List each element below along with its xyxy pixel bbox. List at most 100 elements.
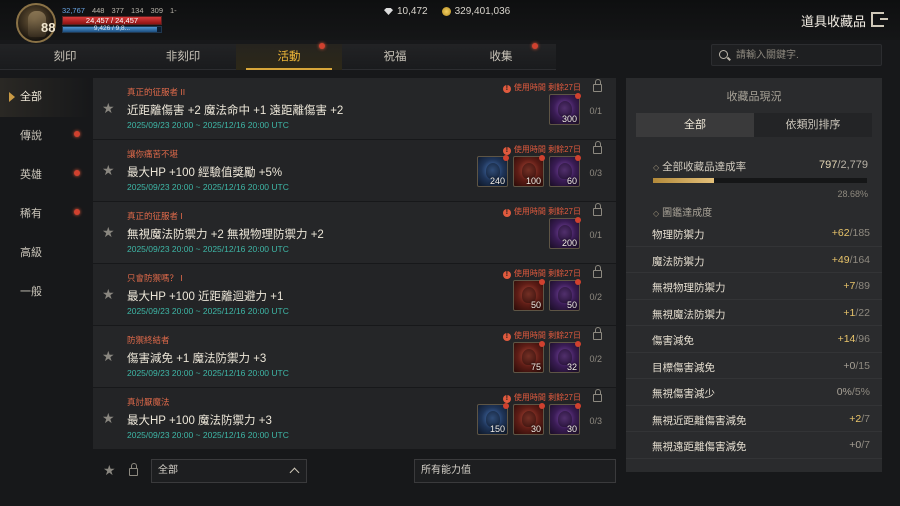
lock-filter-icon[interactable] — [129, 463, 138, 476]
stat-name: 物理防禦力 — [652, 229, 705, 241]
item-slot[interactable]: 300 — [549, 93, 581, 125]
search-box — [711, 44, 882, 66]
time-remaining-warning: ! 使用時間 剩餘27日 — [502, 206, 581, 217]
notification-dot — [74, 170, 80, 176]
codex-section-label: 圖鑑達成度 — [653, 204, 712, 219]
sidebar-item-all[interactable]: 全部 — [0, 78, 90, 117]
item-slot[interactable]: 75 — [513, 341, 545, 373]
stat-value: 0%/5% — [836, 386, 870, 398]
panel-tab-all[interactable]: 全部 — [636, 113, 754, 137]
item-slot[interactable]: 240 — [477, 155, 509, 187]
stat-name: 無視傷害減少 — [652, 388, 715, 400]
item-slot[interactable]: 50 — [513, 279, 545, 311]
collection-bonus: 最大HP +100 魔法防禦力 +3 — [127, 415, 272, 427]
grade-sidebar: 全部 傳說 英雄 稀有 高級 一般 — [0, 78, 90, 312]
stat-name: 傷害減免 — [652, 335, 694, 347]
tab-engraved[interactable]: 刻印 — [0, 44, 130, 70]
tab-non-engraved[interactable]: 非刻印 — [130, 44, 236, 70]
lock-icon[interactable] — [593, 389, 602, 402]
collection-card[interactable]: ★ 讓你痛苦不堪 最大HP +100 經驗值獎勵 +5% 2025/09/23 … — [93, 140, 616, 202]
sidebar-item-rare[interactable]: 稀有 — [0, 195, 90, 234]
search-icon — [719, 50, 728, 59]
item-quantity: 100 — [525, 176, 541, 186]
favorites-filter-star-icon[interactable]: ★ — [103, 462, 116, 479]
gem-amount: 10,472 — [397, 6, 428, 17]
gold-amount: 329,401,036 — [454, 6, 511, 17]
stat-value: +14/96 — [837, 333, 870, 345]
sidebar-item-hero[interactable]: 英雄 — [0, 156, 90, 195]
item-quantity: 150 — [489, 424, 505, 434]
collection-bonus: 無視魔法防禦力 +2 無視物理防禦力 +2 — [127, 229, 324, 241]
hp-text: 24,457 / 24,457 — [85, 16, 139, 25]
collection-card[interactable]: ★ 真正的征服者 I 無視魔法防禦力 +2 無視物理防禦力 +2 2025/09… — [93, 202, 616, 264]
favorite-star-icon[interactable]: ★ — [102, 100, 115, 117]
stat-row: 目標傷害減免 +0/15 — [626, 353, 882, 379]
warning-icon: ! — [502, 147, 511, 155]
lock-icon[interactable] — [593, 327, 602, 340]
rate-total: /2,779 — [837, 159, 868, 171]
favorite-star-icon[interactable]: ★ — [102, 224, 115, 241]
collection-period: 2025/09/23 20:00 ~ 2025/12/16 20:00 UTC — [127, 430, 289, 440]
notification-dot — [539, 155, 545, 161]
collection-progress-count: 0/1 — [589, 230, 602, 240]
collection-name: 真討厭魔法 — [127, 397, 170, 407]
lock-icon[interactable] — [593, 79, 602, 92]
required-items: 240 100 60 — [477, 155, 581, 187]
item-slot[interactable]: 50 — [549, 279, 581, 311]
favorite-star-icon[interactable]: ★ — [102, 162, 115, 179]
lock-icon[interactable] — [593, 141, 602, 154]
sidebar-item-advanced[interactable]: 高級 — [0, 234, 90, 273]
panel-tab-by-category[interactable]: 依類別排序 — [754, 113, 872, 137]
achievement-rate-label: 全部收藏品達成率 — [653, 159, 746, 174]
panel-tabs: 全部 依類別排序 — [636, 113, 872, 137]
favorite-star-icon[interactable]: ★ — [102, 348, 115, 365]
sidebar-item-legend[interactable]: 傳說 — [0, 117, 90, 156]
collection-card[interactable]: ★ 防禦終結者 傷害減免 +1 魔法防禦力 +3 2025/09/23 20:0… — [93, 326, 616, 388]
collection-card[interactable]: ★ 只會防禦嗎？ I 最大HP +100 近距離迴避力 +1 2025/09/2… — [93, 264, 616, 326]
favorite-star-icon[interactable]: ★ — [102, 286, 115, 303]
ability-filter-select[interactable]: 所有能力值 — [414, 459, 616, 483]
stat-value: +1/22 — [843, 306, 870, 319]
item-slot[interactable]: 100 — [513, 155, 545, 187]
collection-name: 讓你痛苦不堪 — [127, 149, 179, 159]
stat-value: 32,767 — [62, 6, 85, 15]
item-slot[interactable]: 150 — [477, 403, 509, 435]
stat-name: 無視遠距離傷害減免 — [652, 441, 747, 453]
item-slot[interactable]: 30 — [513, 403, 545, 435]
item-slot[interactable]: 32 — [549, 341, 581, 373]
stat-row: 物理防禦力 +62/185 — [626, 220, 882, 247]
collection-name: 防禦終結者 — [127, 335, 170, 345]
warning-icon: ! — [502, 85, 511, 93]
sidebar-item-label: 全部 — [20, 91, 42, 103]
lock-icon[interactable] — [593, 203, 602, 216]
top-hud: 88 32,767 448 377 134 309 1- 24,457 / 24… — [0, 0, 900, 43]
exit-icon[interactable] — [871, 12, 888, 27]
item-slot[interactable]: 60 — [549, 155, 581, 187]
item-slot[interactable]: 30 — [549, 403, 581, 435]
notification-dot — [539, 341, 545, 347]
stat-name: 魔法防禦力 — [652, 255, 705, 268]
time-remaining-warning: ! 使用時間 剩餘27日 — [502, 82, 581, 93]
grade-filter-select[interactable]: 全部 — [151, 459, 307, 483]
filter-bar: ★ 全部 所有能力值 — [93, 456, 616, 486]
collection-card[interactable]: ★ 真討厭魔法 最大HP +100 魔法防禦力 +3 2025/09/23 20… — [93, 388, 616, 450]
lock-icon[interactable] — [593, 265, 602, 278]
tab-event[interactable]: 活動 — [236, 44, 342, 70]
tab-collect[interactable]: 收集 — [448, 44, 554, 70]
stat-value: 448 — [91, 6, 105, 15]
collection-period: 2025/09/23 20:00 ~ 2025/12/16 20:00 UTC — [127, 244, 289, 254]
achievement-percent: 28.68% — [837, 189, 868, 199]
sidebar-item-common[interactable]: 一般 — [0, 273, 90, 312]
character-level: 88 — [41, 20, 56, 35]
collection-card[interactable]: ★ 真正的征服者 II 近距離傷害 +2 魔法命中 +1 遠距離傷害 +2 20… — [93, 78, 616, 140]
search-input[interactable] — [736, 47, 876, 63]
notification-dot — [503, 155, 509, 161]
item-slot[interactable]: 200 — [549, 217, 581, 249]
time-remaining-warning: ! 使用時間 剩餘27日 — [502, 144, 581, 155]
stat-bonus-list[interactable]: 物理防禦力 +62/185 魔法防禦力 +49/164 無視物理防禦力 +7/89 無視魔法… — [626, 220, 882, 470]
time-remaining-text: 使用時間 剩餘27日 — [513, 145, 581, 154]
notification-dot — [74, 131, 80, 137]
favorite-star-icon[interactable]: ★ — [102, 410, 115, 427]
tab-blessing[interactable]: 祝福 — [342, 44, 448, 70]
collection-name: 真正的征服者 II — [127, 87, 186, 97]
